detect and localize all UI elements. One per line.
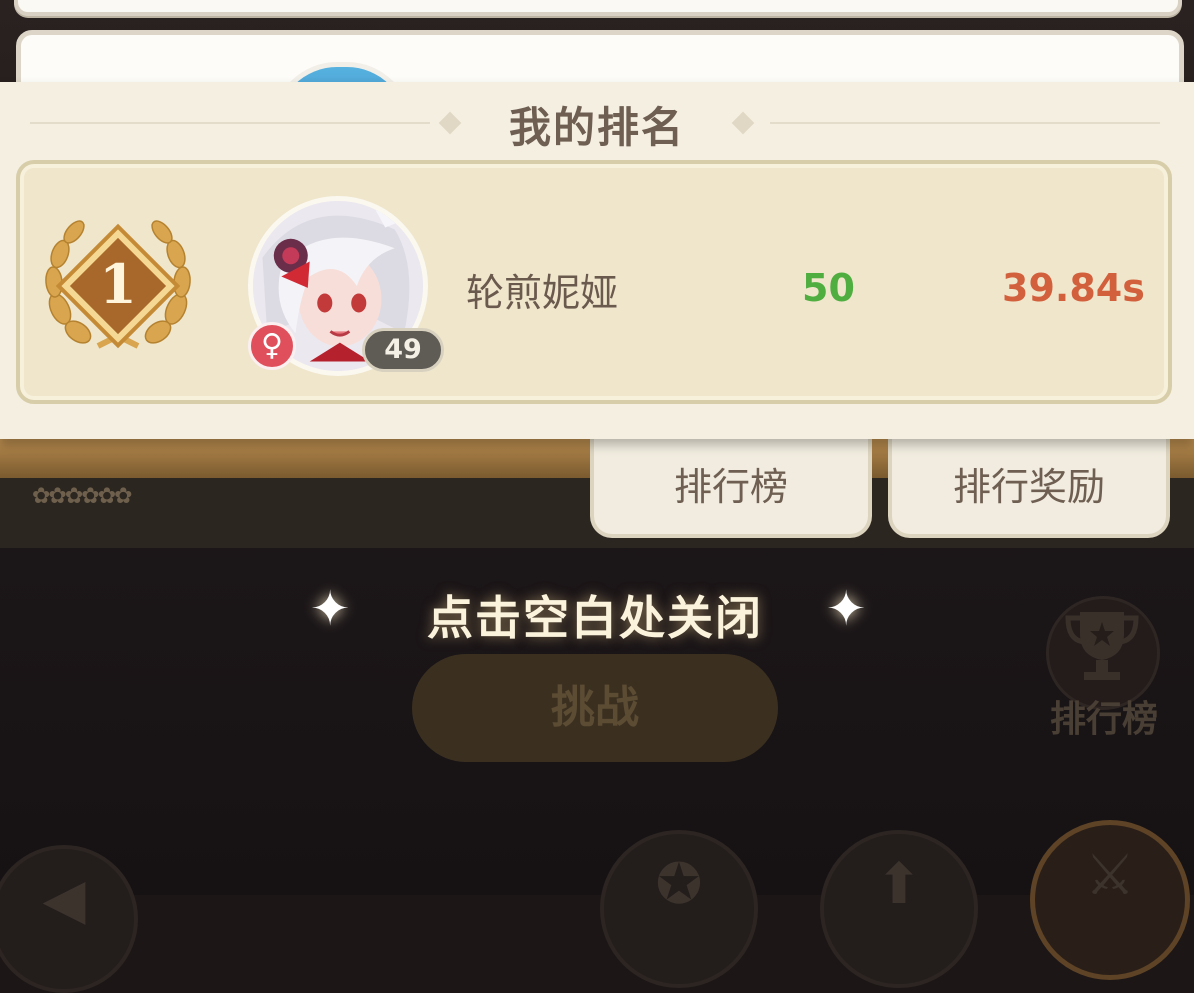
sparkle-icon: ✦ xyxy=(310,581,351,637)
back-button[interactable]: ◀ xyxy=(0,845,138,993)
player-level-badge: 49 xyxy=(362,328,444,372)
up-arrow-icon: ⬆ xyxy=(875,852,923,917)
rank-emblem-button[interactable]: ✪ xyxy=(600,830,758,988)
female-gender-icon: ♀ xyxy=(248,322,296,370)
leaderboard-shortcut-button[interactable]: 排行榜 xyxy=(1036,596,1166,740)
player-name: 轮煎妮娅 xyxy=(466,271,619,315)
my-rank-panel: 我的排名 1 ♀ 49 轮煎妮娅 50 39.84s xyxy=(0,82,1194,439)
player-score: 50 xyxy=(802,266,855,310)
diamond-ornament-icon xyxy=(438,111,462,135)
upgrade-button[interactable]: ⬆ xyxy=(820,830,978,988)
battle-button[interactable]: ⚔ xyxy=(1030,820,1190,980)
sparkle-icon: ✦ xyxy=(826,581,867,637)
divider xyxy=(770,122,1160,124)
crossed-swords-icon: ⚔ xyxy=(1084,843,1136,908)
leaderboard-shortcut-label: 排行榜 xyxy=(1049,699,1158,740)
tab-ranking-rewards[interactable]: 排行奖励 xyxy=(888,438,1170,538)
rank-number: 1 xyxy=(99,252,137,316)
my-rank-title: 我的排名 xyxy=(508,103,685,152)
close-hint-text[interactable]: 点击空白处关闭 xyxy=(380,582,810,648)
star-rating-icon: ✿✿✿✿✿✿ xyxy=(32,484,133,509)
my-rank-row: 1 ♀ 49 轮煎妮娅 50 39.84s xyxy=(16,160,1172,404)
player-avatar-frame[interactable]: ♀ 49 xyxy=(248,196,444,376)
divider xyxy=(30,122,430,124)
tab-leaderboard[interactable]: 排行榜 xyxy=(590,438,872,538)
my-rank-header: 我的排名 xyxy=(0,82,1194,164)
star-emblem-icon: ✪ xyxy=(655,852,703,917)
leaderboard-entry-card xyxy=(14,0,1182,16)
back-arrow-icon: ◀ xyxy=(42,867,86,932)
diamond-ornament-icon xyxy=(731,111,755,135)
trophy-icon xyxy=(1065,612,1139,680)
player-time: 39.84s xyxy=(1002,266,1145,310)
challenge-button[interactable]: 挑战 xyxy=(412,654,778,762)
